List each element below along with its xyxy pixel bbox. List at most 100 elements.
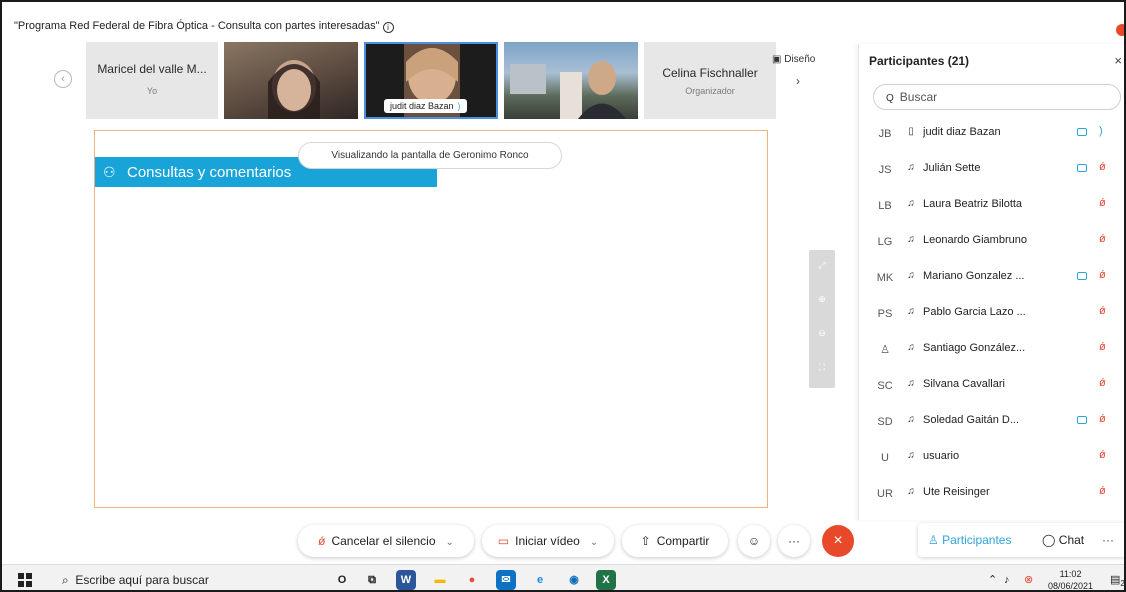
chat-icon: ◯ [1042,533,1056,547]
participant-initials: JS [878,164,892,176]
participant-initials: SD [877,416,893,428]
windows-taskbar: ⌕ Escribe aquí para buscar O ⧉ W ▬ ● ✉ e… [2,564,1124,590]
camera-icon [1077,128,1087,136]
participants-tab[interactable]: ♙ Participantes [928,523,1011,557]
fit-screen-icon[interactable]: ⛶ [809,362,835,373]
cortana-icon[interactable]: O [332,570,352,590]
previous-videos-button[interactable]: ‹ [54,70,72,88]
chevron-down-icon[interactable]: ⌄ [590,537,598,548]
notifications-icon[interactable]: ▤2 [1110,565,1124,590]
layout-button[interactable]: ▣ Diseño [772,54,815,65]
tray-chevron-icon[interactable]: ⌃ [988,565,997,590]
taskbar-search-placeholder: Escribe aquí para buscar [75,573,209,587]
participant-name: Ute Reisinger [923,486,990,498]
participant-row[interactable]: UR ♫ Ute Reisinger ǿ [859,476,1124,512]
next-videos-button[interactable]: › [790,74,806,90]
active-speaker-name-tag: judit diaz Bazan) [384,99,467,113]
edge-icon[interactable]: e [530,570,550,590]
file-explorer-icon[interactable]: ▬ [430,570,450,590]
people-icon: ⚇ [103,164,116,180]
start-video-button[interactable]: ▭ Iniciar vídeo ⌄ [482,525,614,557]
organizer-video-tile[interactable]: Celina Fischnaller Organizador [644,42,776,119]
unmute-button[interactable]: ǿ Cancelar el silencio ⌄ [298,525,474,557]
reactions-button[interactable]: ☺ [738,525,770,557]
participant-row[interactable]: U ♫ usuario ǿ [859,440,1124,476]
participant-name: Leonardo Giambruno [923,234,1027,246]
chrome-icon[interactable]: ● [462,570,482,590]
zoom-out-icon[interactable]: ⊖ [809,328,835,339]
organizer-role: Organizador [685,86,735,96]
meeting-title-text: "Programa Red Federal de Fibra Óptica - … [14,20,380,32]
notification-dot-icon[interactable] [1116,24,1124,36]
close-icon[interactable]: × [1114,53,1122,68]
participants-search-placeholder: Buscar [899,90,938,104]
audio-icon: ♫ [907,450,915,461]
audio-icon: ♫ [907,198,915,209]
active-speaker-video-tile[interactable]: judit diaz Bazan) [364,42,498,119]
participant-name: Soledad Gaitán D... [923,414,1020,426]
chevron-down-icon[interactable]: ⌄ [446,537,454,548]
word-icon[interactable]: W [396,570,416,590]
share-button[interactable]: ⇧ Compartir [622,525,728,557]
network-icon[interactable]: ⊗ [1024,565,1033,590]
speaker-icon[interactable]: ♪ [1004,565,1010,590]
phone-icon: ▯ [908,126,914,137]
participant-row[interactable]: LG ♫ Leonardo Giambruno ǿ [859,224,1124,260]
excel-icon[interactable]: X [596,570,616,590]
search-icon: ⌕ [62,573,69,587]
close-icon: × [833,532,843,549]
task-view-icon[interactable]: ⧉ [362,570,382,590]
windows-start-icon[interactable] [18,573,32,587]
camera-icon [1077,164,1087,172]
mic-muted-icon: ǿ [1099,341,1106,353]
taskbar-clock[interactable]: 11:02 08/06/2021 [1048,568,1093,590]
participant-row[interactable]: LB ♫ Laura Beatriz Bilotta ǿ [859,188,1124,224]
mail-icon[interactable]: ✉ [496,570,516,590]
mic-on-icon: ) [1099,125,1103,137]
meeting-window: "Programa Red Federal de Fibra Óptica - … [0,0,1126,592]
participant-name: Santiago González... [923,342,1026,354]
chat-tab[interactable]: ◯ Chat [1042,523,1084,557]
participant-row[interactable]: JS ♫ Julián Sette ǿ [859,152,1124,188]
leave-meeting-button[interactable]: × [822,525,854,557]
webex-icon[interactable]: ◉ [564,570,584,590]
taskbar-time: 11:02 [1059,569,1082,579]
viewing-screen-indicator[interactable]: Visualizando la pantalla de Geronimo Ron… [298,142,562,169]
smiley-icon: ☺ [747,534,761,548]
info-icon[interactable]: i [382,22,394,33]
participant-initials: MK [876,272,894,284]
unmute-label: Cancelar el silencio [331,534,436,548]
audio-icon: ♫ [907,378,915,389]
participant-row[interactable]: JB ▯ judit diaz Bazan ) [859,116,1124,152]
taskbar-search[interactable]: ⌕ Escribe aquí para buscar [62,565,209,590]
participants-panel: Participantes (21) × Q Buscar JB ▯ judit … [858,44,1124,520]
audio-icon: ♫ [907,342,915,353]
self-video-tile[interactable]: Maricel del valle M... Yo [86,42,218,119]
participant-row[interactable]: ♙ ♫ Santiago González... ǿ [859,332,1124,368]
participant-initials: PS [877,308,893,320]
audio-icon: ♫ [907,486,915,497]
mic-muted-icon: ǿ [1099,377,1106,389]
participant-row[interactable]: SC ♫ Silvana Cavallari ǿ [859,368,1124,404]
mic-muted-icon: ǿ [318,534,326,548]
zoom-in-icon[interactable]: ⊕ [809,294,835,305]
shared-screen[interactable]: ⚇ Consultas y comentarios [94,130,768,508]
audio-icon: ♫ [907,414,915,425]
participant-row[interactable]: SD ♫ Soledad Gaitán D... ǿ [859,404,1124,440]
participant-initials: UR [877,488,893,500]
mic-muted-icon: ǿ [1099,449,1106,461]
participant-video-tile-2[interactable] [504,42,638,119]
more-options-button[interactable]: ··· [778,525,810,557]
participants-panel-title: Participantes (21) [869,54,970,68]
participant-row[interactable]: PS ♫ Pablo Garcia Lazo ... ǿ [859,296,1124,332]
zoom-controls: ⤢ ⊕ ⊖ ⛶ [809,250,835,388]
more-label: ··· [788,534,800,548]
mic-muted-icon: ǿ [1099,413,1106,425]
share-icon: ⇧ [640,534,651,548]
overflow-button[interactable]: ··· [1102,523,1114,557]
participant-row[interactable]: MK ♫ Mariano Gonzalez ... ǿ [859,260,1124,296]
organizer-name: Celina Fischnaller [662,66,758,80]
fullscreen-icon[interactable]: ⤢ [809,260,835,271]
participant-video-tile-1[interactable] [224,42,358,119]
participants-search-input[interactable]: Q Buscar [873,84,1121,110]
